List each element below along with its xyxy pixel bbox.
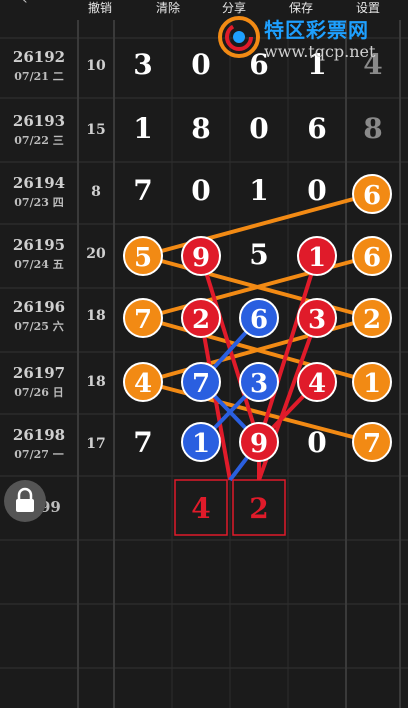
svg-text:6: 6 <box>250 305 268 335</box>
red-circle[interactable]: 9 <box>239 422 279 462</box>
blue-circle[interactable]: 1 <box>181 422 221 462</box>
blue-circle[interactable]: 7 <box>181 362 221 402</box>
orange-circle[interactable]: 7 <box>123 298 163 338</box>
svg-text:7: 7 <box>192 369 210 399</box>
prediction-digit: 2 <box>249 492 268 525</box>
red-circle[interactable]: 3 <box>297 298 337 338</box>
watermark-url: www.tqcp.net <box>264 42 376 61</box>
svg-text:1: 1 <box>308 243 326 273</box>
blue-circle[interactable]: 3 <box>239 362 279 402</box>
red-circle[interactable]: 2 <box>181 298 221 338</box>
lock-icon <box>16 487 34 512</box>
svg-text:5: 5 <box>134 243 152 273</box>
orange-circle[interactable]: 2 <box>352 298 392 338</box>
svg-text:1: 1 <box>363 369 381 399</box>
orange-circle[interactable]: 1 <box>352 362 392 402</box>
svg-text:6: 6 <box>363 181 381 211</box>
prediction-digit: 4 <box>191 492 210 525</box>
svg-text:4: 4 <box>134 369 152 399</box>
svg-text:9: 9 <box>192 243 210 273</box>
svg-text:7: 7 <box>134 305 152 335</box>
svg-text:2: 2 <box>363 305 381 335</box>
svg-text:3: 3 <box>250 369 268 399</box>
orange-circle[interactable]: 5 <box>123 236 163 276</box>
watermark: 特区彩票网 www.tqcp.net <box>218 10 408 72</box>
svg-text:2: 2 <box>192 305 210 335</box>
watermark-title: 特区彩票网 <box>264 18 369 42</box>
trend-chart: 4 2 6 5 9 1 6 7 2 6 3 2 4 7 3 4 1 1 9 7 <box>123 174 392 536</box>
svg-text:1: 1 <box>192 429 210 459</box>
svg-text:7: 7 <box>363 429 381 459</box>
red-circle[interactable]: 4 <box>297 362 337 402</box>
svg-text:6: 6 <box>363 243 381 273</box>
svg-text:3: 3 <box>308 305 326 335</box>
orange-circle[interactable]: 6 <box>352 174 392 214</box>
blue-circle[interactable]: 6 <box>239 298 279 338</box>
orange-circle[interactable]: 7 <box>352 422 392 462</box>
orange-circle[interactable]: 4 <box>123 362 163 402</box>
red-circle[interactable]: 1 <box>297 236 337 276</box>
red-circle[interactable]: 9 <box>181 236 221 276</box>
svg-text:9: 9 <box>250 429 268 459</box>
svg-text:4: 4 <box>308 369 326 399</box>
orange-circle[interactable]: 6 <box>352 236 392 276</box>
spiral-logo-icon <box>218 16 260 58</box>
lock-button[interactable] <box>4 480 46 522</box>
